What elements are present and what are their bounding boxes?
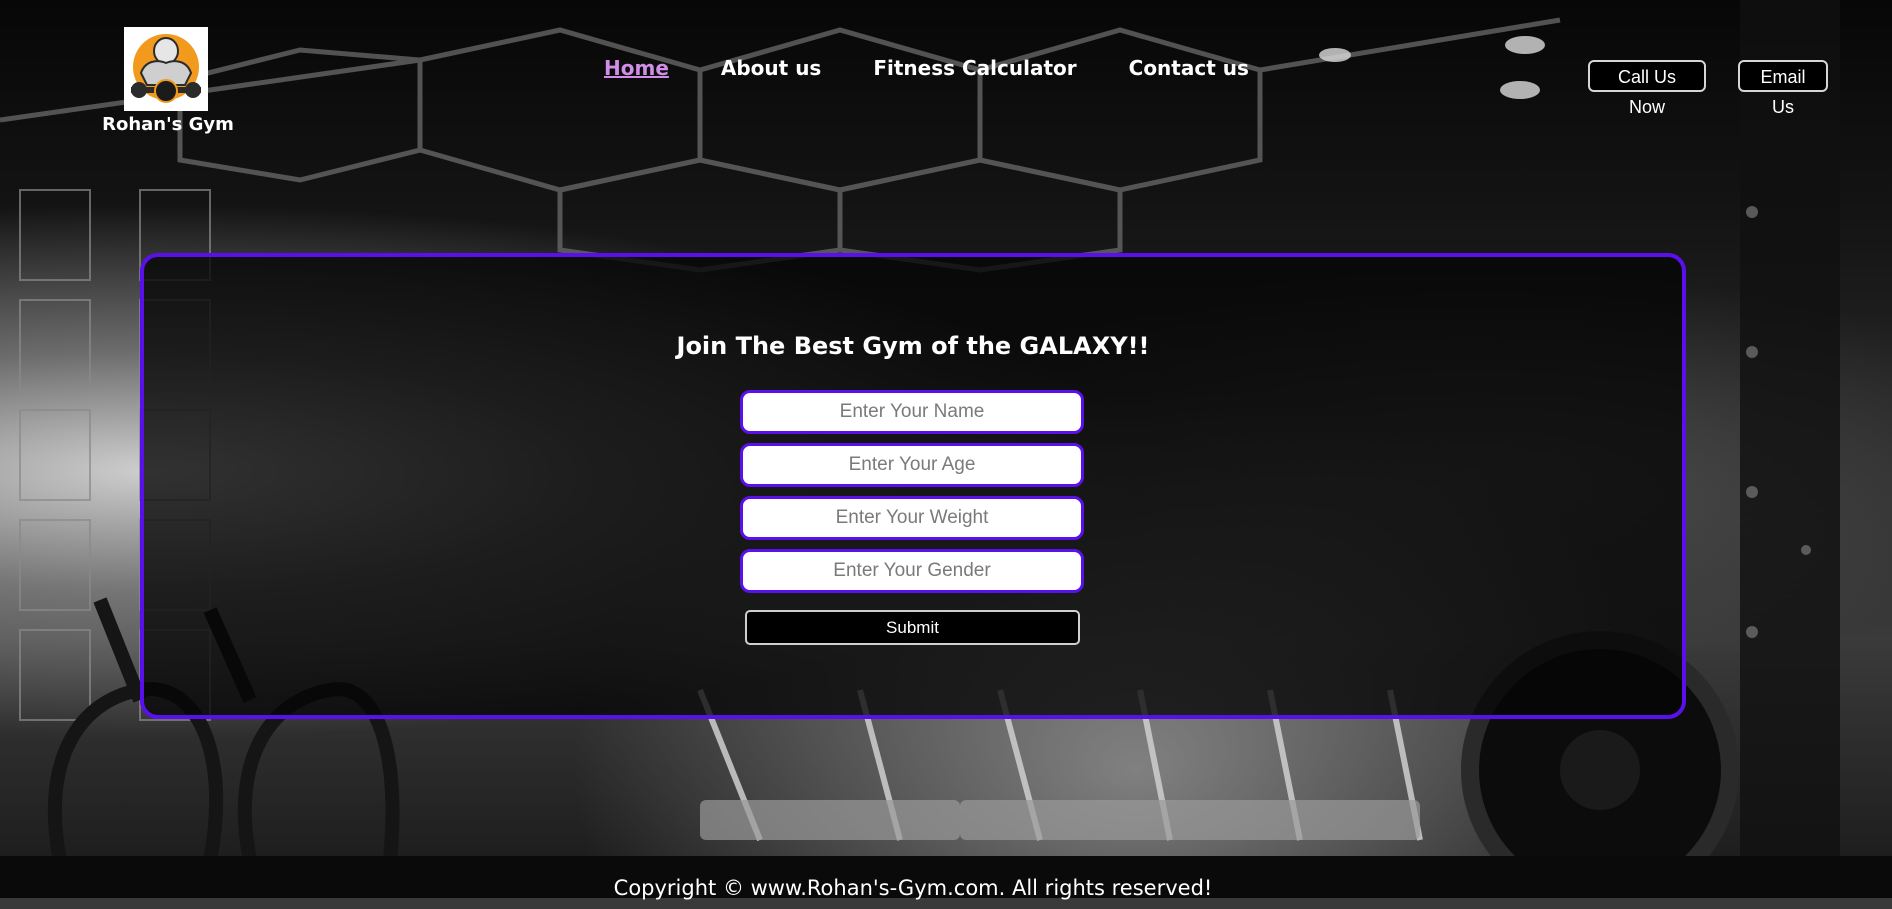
call-us-now-button[interactable]: Call Us Now [1588,60,1706,117]
weight-input[interactable] [740,496,1084,540]
copyright-text: Copyright © www.Rohan's-Gym.com. All rig… [613,876,1213,900]
brand-name: Rohan's Gym [102,114,234,135]
form-title: Join The Best Gym of the GALAXY!! [676,332,1150,360]
bodybuilder-logo-icon [131,34,201,103]
nav-link-fitness-calculator[interactable]: Fitness Calculator [873,56,1076,80]
submit-button[interactable]: Submit [745,610,1080,645]
gender-input[interactable] [740,549,1084,593]
nav-link-about-us[interactable]: About us [721,56,821,80]
age-input[interactable] [740,443,1084,487]
nav-link-home[interactable]: Home [604,56,669,80]
gym-logo[interactable] [124,27,208,111]
email-us-button[interactable]: Email Us [1738,60,1828,117]
main-navigation: Home About us Fitness Calculator Contact… [604,56,1249,80]
nav-link-contact-us[interactable]: Contact us [1129,56,1249,80]
name-input[interactable] [740,390,1084,434]
